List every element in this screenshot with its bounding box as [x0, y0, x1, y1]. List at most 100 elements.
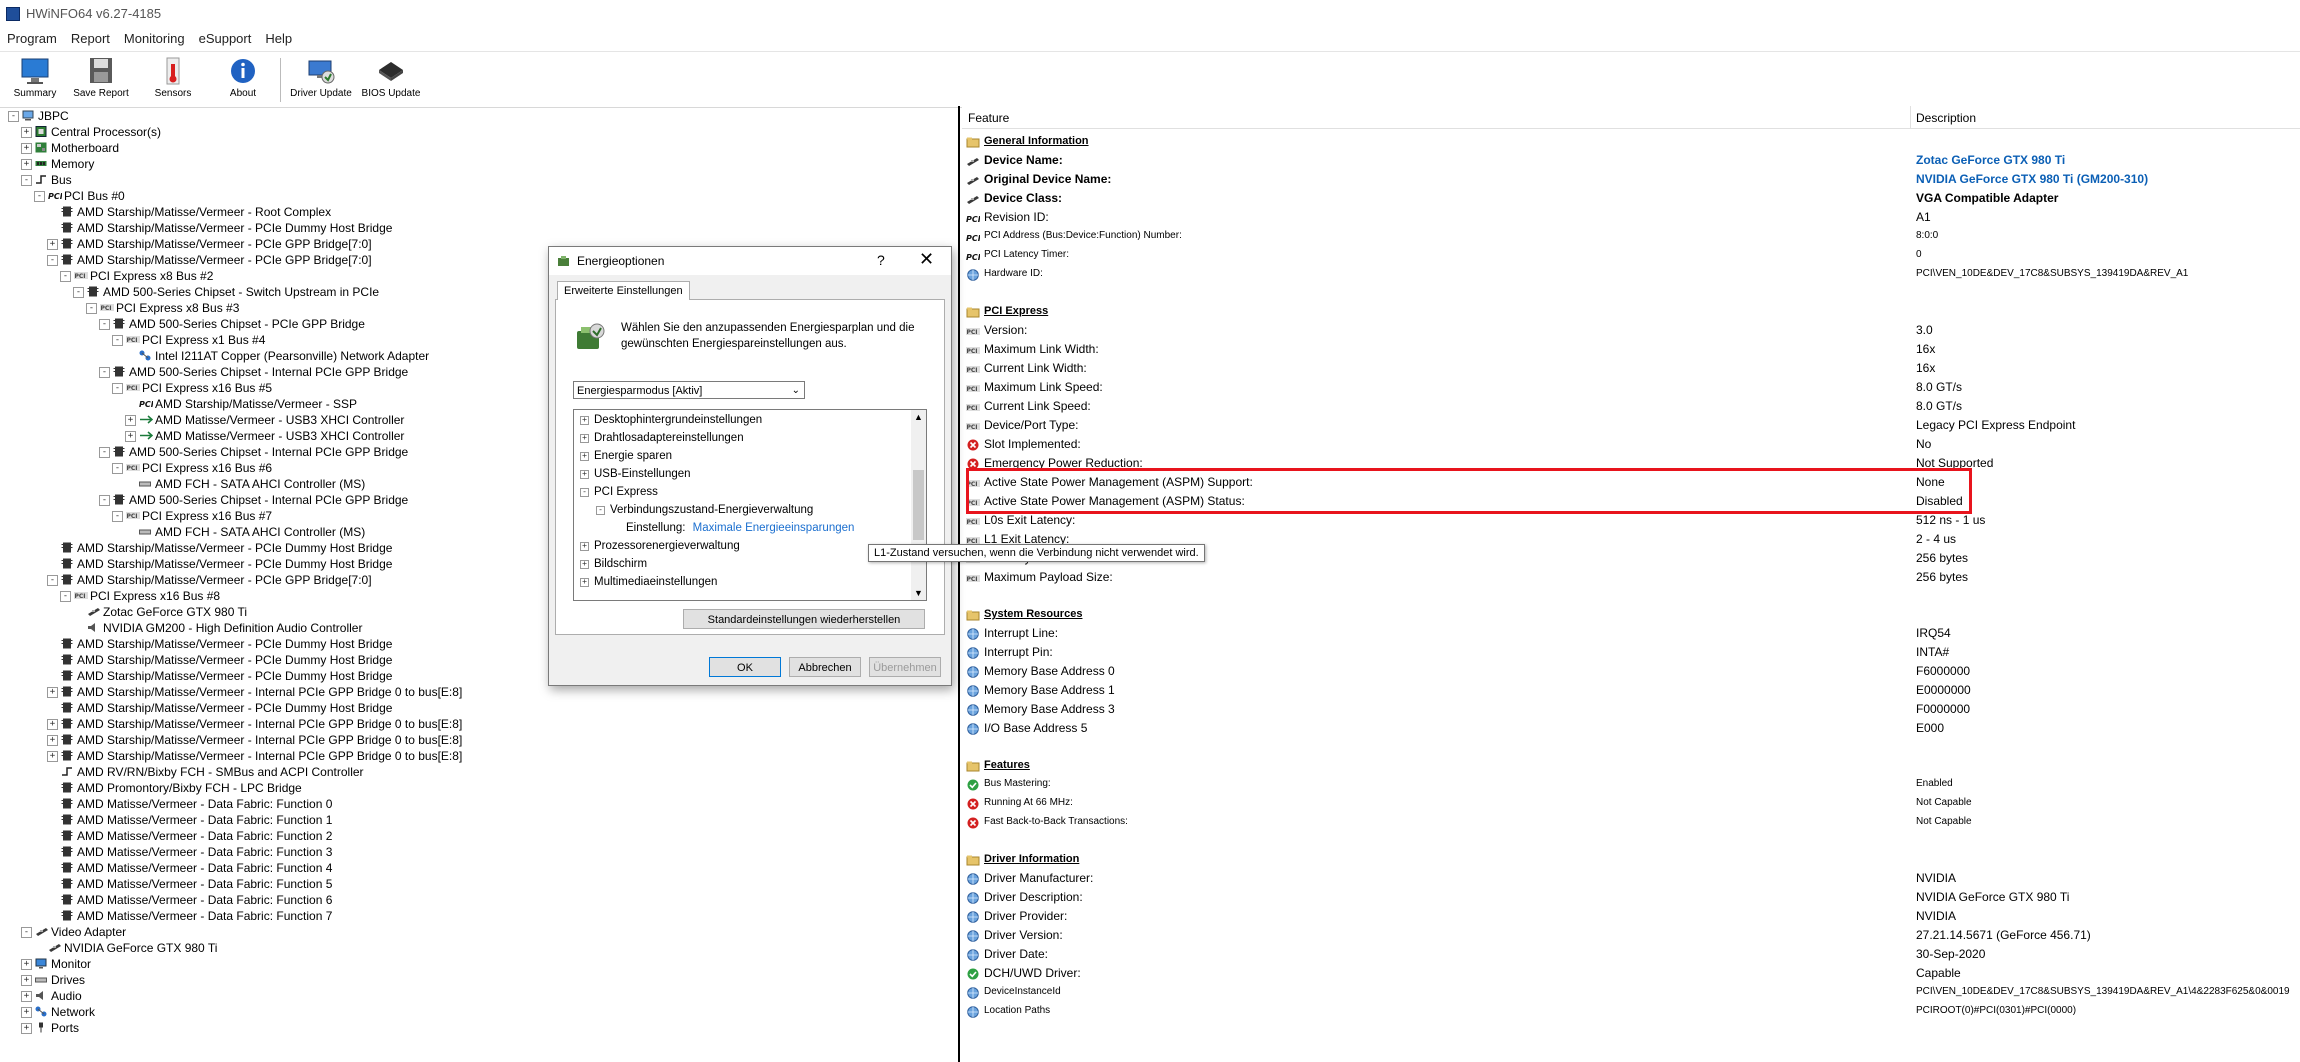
- tree-item[interactable]: PCI PCI Express x8 Bus #2: [74, 268, 213, 284]
- expand-icon[interactable]: +: [125, 431, 136, 442]
- power-setting-item[interactable]: Einstellung: Maximale Energieeinsparunge…: [612, 520, 854, 536]
- tree-item[interactable]: AMD Matisse/Vermeer - Data Fabric: Funct…: [61, 892, 332, 908]
- feature-row[interactable]: PCI Maximum Link Speed: 8.0 GT/s: [962, 378, 2300, 396]
- feature-row[interactable]: PCI PCI Address (Bus:Device:Function) Num…: [962, 227, 2300, 245]
- tree-item[interactable]: AMD Promontory/Bixby FCH - LPC Bridge: [61, 780, 302, 796]
- feature-row[interactable]: PCI Maximum Link Width: 16x: [962, 340, 2300, 358]
- tree-item[interactable]: PCI PCI Express x8 Bus #3: [100, 300, 239, 316]
- expand-icon[interactable]: +: [21, 143, 32, 154]
- tree-item[interactable]: PCI PCI Bus #0: [48, 188, 125, 204]
- tree-item[interactable]: AMD Starship/Matisse/Vermeer - Internal …: [61, 716, 462, 732]
- toolbar-bios-update-button[interactable]: BIOS Update: [356, 54, 426, 104]
- toolbar-summary-button[interactable]: Summary: [0, 54, 70, 104]
- feature-row[interactable]: Driver Version: 27.21.14.5671 (GeForce 45…: [962, 926, 2300, 944]
- collapse-icon[interactable]: -: [112, 335, 123, 346]
- power-setting-item[interactable]: - Verbindungszustand-Energieverwaltung: [596, 502, 813, 518]
- feature-row[interactable]: Interrupt Pin: INTA#: [962, 643, 2300, 661]
- feature-row[interactable]: PCI Device/Port Type: Legacy PCI Express E…: [962, 416, 2300, 434]
- tree-item[interactable]: AMD 500-Series Chipset - Internal PCIe G…: [113, 492, 408, 508]
- tree-item[interactable]: AMD Starship/Matisse/Vermeer - PCIe GPP …: [61, 572, 372, 588]
- feature-row[interactable]: Driver Manufacturer: NVIDIA: [962, 869, 2300, 887]
- tree-item[interactable]: PCI PCI Express x16 Bus #7: [126, 508, 272, 524]
- feature-row[interactable]: Memory Base Address 3 F0000000: [962, 700, 2300, 718]
- collapse-icon[interactable]: -: [21, 175, 32, 186]
- tree-item[interactable]: Drives: [35, 972, 85, 988]
- tree-item[interactable]: Intel I211AT Copper (Pearsonville) Netwo…: [139, 348, 429, 364]
- tree-item[interactable]: AMD Starship/Matisse/Vermeer - PCIe Dumm…: [61, 636, 392, 652]
- tree-item[interactable]: AMD 500-Series Chipset - PCIe GPP Bridge: [113, 316, 365, 332]
- toolbar-sensors-button[interactable]: Sensors: [138, 54, 208, 104]
- dialog-close-button[interactable]: ✕: [919, 249, 934, 270]
- tree-item[interactable]: AMD Starship/Matisse/Vermeer - PCIe Dumm…: [61, 652, 392, 668]
- feature-row[interactable]: PCI Revision ID: A1: [962, 208, 2300, 226]
- tree-item[interactable]: AMD Starship/Matisse/Vermeer - PCIe GPP …: [61, 252, 372, 268]
- expand-icon[interactable]: +: [21, 1007, 32, 1018]
- menu-monitoring[interactable]: Monitoring: [117, 28, 192, 49]
- feature-row[interactable]: Memory Base Address 0 F6000000: [962, 662, 2300, 680]
- tree-item[interactable]: AMD Matisse/Vermeer - Data Fabric: Funct…: [61, 812, 332, 828]
- tree-item[interactable]: Audio: [35, 988, 82, 1004]
- feature-row[interactable]: Memory Base Address 1 E0000000: [962, 681, 2300, 699]
- tree-item[interactable]: AMD Starship/Matisse/Vermeer - PCIe Dumm…: [61, 556, 392, 572]
- dialog-help-button[interactable]: ?: [877, 252, 885, 268]
- tree-item[interactable]: Central Processor(s): [35, 124, 161, 140]
- collapse-icon[interactable]: -: [47, 575, 58, 586]
- power-setting-item[interactable]: + Energie sparen: [580, 448, 672, 464]
- scroll-down-icon[interactable]: ▼: [914, 588, 923, 598]
- feature-row[interactable]: DeviceInstanceId PCI\VEN_10DE&DEV_17C8&SU…: [962, 983, 2300, 1001]
- collapse-icon[interactable]: -: [99, 495, 110, 506]
- feature-row[interactable]: I/O Base Address 5 E000: [962, 719, 2300, 737]
- feature-row[interactable]: Location Paths PCIROOT(0)#PCI(0301)#PCI(0…: [962, 1002, 2300, 1020]
- menu-report[interactable]: Report: [64, 28, 117, 49]
- expand-icon[interactable]: +: [580, 578, 589, 587]
- collapse-icon[interactable]: -: [60, 591, 71, 602]
- tab-advanced-settings[interactable]: Erweiterte Einstellungen: [557, 281, 690, 300]
- feature-row[interactable]: Device Name: Zotac GeForce GTX 980 Ti: [962, 151, 2300, 169]
- feature-row[interactable]: Bus Mastering: Enabled: [962, 775, 2300, 793]
- feature-row[interactable]: Device Class: VGA Compatible Adapter: [962, 189, 2300, 207]
- feature-row[interactable]: Slot Implemented: No: [962, 435, 2300, 453]
- expand-icon[interactable]: +: [580, 416, 589, 425]
- collapse-icon[interactable]: -: [86, 303, 97, 314]
- feature-row[interactable]: Driver Provider: NVIDIA: [962, 907, 2300, 925]
- cancel-button[interactable]: Abbrechen: [789, 657, 861, 677]
- collapse-icon[interactable]: -: [47, 255, 58, 266]
- power-setting-item[interactable]: - PCI Express: [580, 484, 658, 500]
- feature-row[interactable]: DCH/UWD Driver: Capable: [962, 964, 2300, 982]
- collapse-icon[interactable]: -: [580, 488, 589, 497]
- power-setting-item[interactable]: + Drahtlosadaptereinstellungen: [580, 430, 744, 446]
- collapse-icon[interactable]: -: [21, 927, 32, 938]
- power-settings-scrollbar[interactable]: ▲ ▼: [911, 410, 926, 600]
- feature-row[interactable]: Interrupt Line: IRQ54: [962, 624, 2300, 642]
- expand-icon[interactable]: +: [21, 159, 32, 170]
- collapse-icon[interactable]: -: [596, 506, 605, 515]
- column-divider[interactable]: [1910, 106, 1911, 128]
- tree-item[interactable]: AMD Starship/Matisse/Vermeer - PCIe Dumm…: [61, 668, 392, 684]
- tree-item[interactable]: AMD Starship/Matisse/Vermeer - PCIe GPP …: [61, 236, 372, 252]
- expand-icon[interactable]: +: [47, 751, 58, 762]
- feature-row[interactable]: Hardware ID: PCI\VEN_10DE&DEV_17C8&SUBSYS…: [962, 265, 2300, 283]
- expand-icon[interactable]: +: [125, 415, 136, 426]
- toolbar-driver-update-button[interactable]: Driver Update: [286, 54, 356, 104]
- power-plan-select[interactable]: Energiesparmodus [Aktiv] ⌄: [573, 381, 805, 399]
- menu-esupport[interactable]: eSupport: [192, 28, 259, 49]
- expand-icon[interactable]: +: [47, 239, 58, 250]
- power-setting-item[interactable]: + Prozessorenergieverwaltung: [580, 538, 740, 554]
- scroll-thumb[interactable]: [913, 470, 924, 540]
- expand-icon[interactable]: +: [21, 991, 32, 1002]
- tree-item[interactable]: JBPC: [22, 108, 69, 124]
- expand-icon[interactable]: +: [580, 542, 589, 551]
- tree-item[interactable]: Bus: [35, 172, 72, 188]
- expand-icon[interactable]: +: [580, 434, 589, 443]
- feature-row[interactable]: PCI Current Link Width: 16x: [962, 359, 2300, 377]
- tree-item[interactable]: NVIDIA GM200 - High Definition Audio Con…: [87, 620, 362, 636]
- tree-item[interactable]: AMD Matisse/Vermeer - Data Fabric: Funct…: [61, 844, 332, 860]
- tree-item[interactable]: AMD Starship/Matisse/Vermeer - PCIe Dumm…: [61, 540, 392, 556]
- expand-icon[interactable]: +: [21, 975, 32, 986]
- tree-item[interactable]: Monitor: [35, 956, 91, 972]
- apply-button[interactable]: Übernehmen: [869, 657, 941, 677]
- menu-program[interactable]: Program: [0, 28, 64, 49]
- collapse-icon[interactable]: -: [112, 383, 123, 394]
- tree-item[interactable]: AMD Matisse/Vermeer - Data Fabric: Funct…: [61, 908, 332, 924]
- expand-icon[interactable]: +: [21, 127, 32, 138]
